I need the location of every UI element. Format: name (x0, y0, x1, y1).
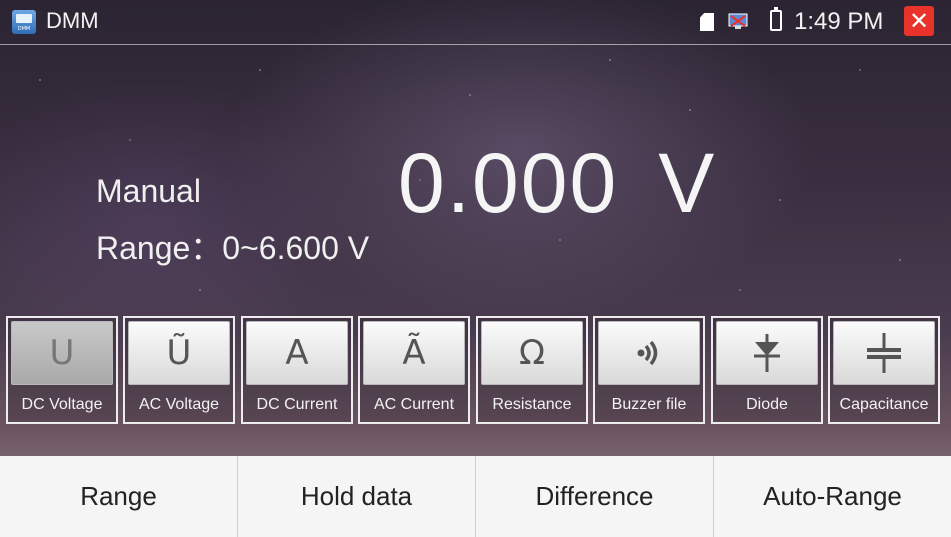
buzzer-label: Buzzer file (611, 396, 687, 413)
button-face: Ã (363, 321, 465, 385)
app-icon-caption: DMM (17, 26, 31, 32)
button-face: U (11, 321, 113, 385)
resistance-label: Resistance (492, 396, 572, 413)
diode-button[interactable]: Diode (711, 316, 823, 424)
button-face: Ũ (128, 321, 230, 385)
function-selector: U DC Voltage Ũ AC Voltage A DC Current Ã… (6, 316, 946, 426)
close-icon: ✕ (908, 7, 930, 35)
button-face (598, 321, 700, 385)
dc-voltage-icon: U (49, 333, 75, 373)
sd-card-icon (700, 13, 714, 31)
dc-voltage-button[interactable]: U DC Voltage (6, 316, 118, 424)
ac-voltage-icon: Ũ (166, 333, 192, 373)
range-label: Range：0~6.600 V (96, 230, 370, 266)
battery-icon (770, 7, 782, 31)
dc-voltage-label: DC Voltage (21, 396, 103, 413)
buzzer-icon (637, 340, 658, 366)
button-face (716, 321, 818, 385)
ac-voltage-label: AC Voltage (138, 396, 220, 413)
button-face (833, 321, 935, 385)
buzzer-button[interactable]: Buzzer file (593, 316, 705, 424)
dmm-app-icon: DMM (12, 10, 36, 34)
ohm-icon: Ω (519, 333, 545, 373)
close-button[interactable]: ✕ (904, 6, 934, 36)
ac-current-icon: Ã (402, 333, 426, 373)
button-face: Ω (481, 321, 583, 385)
reading-unit: V (658, 136, 717, 230)
clock: 1:49 PM (794, 8, 884, 35)
diode-icon (754, 334, 780, 372)
range-button[interactable]: Range (0, 456, 238, 537)
reading-value: 0.000 (398, 136, 619, 230)
network-icon (728, 13, 748, 29)
capacitor-icon (867, 333, 901, 373)
diode-label: Diode (746, 396, 788, 413)
button-face: A (246, 321, 348, 385)
resistance-button[interactable]: Ω Resistance (476, 316, 588, 424)
difference-button[interactable]: Difference (476, 456, 714, 537)
ac-current-label: AC Current (373, 396, 455, 413)
dc-current-icon: A (285, 333, 309, 373)
measurement-reading: 0.000 V (398, 135, 716, 232)
dc-current-button[interactable]: A DC Current (241, 316, 353, 424)
capacitance-label: Capacitance (839, 396, 929, 413)
ac-voltage-button[interactable]: Ũ AC Voltage (123, 316, 235, 424)
app-icon-screen (16, 14, 32, 23)
app-title: DMM (46, 8, 99, 33)
status-bar: DMM DMM 1:49 PM ✕ (0, 0, 951, 45)
auto-range-button[interactable]: Auto-Range (714, 456, 951, 537)
capacitance-button[interactable]: Capacitance (828, 316, 940, 424)
mode-label: Manual (96, 173, 201, 209)
bottom-action-bar: Range Hold data Difference Auto-Range (0, 456, 951, 537)
dmm-screen: DMM DMM 1:49 PM ✕ Manual Range：0~6.600 V… (0, 0, 951, 537)
hold-data-button[interactable]: Hold data (238, 456, 476, 537)
ac-current-button[interactable]: Ã AC Current (358, 316, 470, 424)
dc-current-label: DC Current (256, 396, 338, 413)
